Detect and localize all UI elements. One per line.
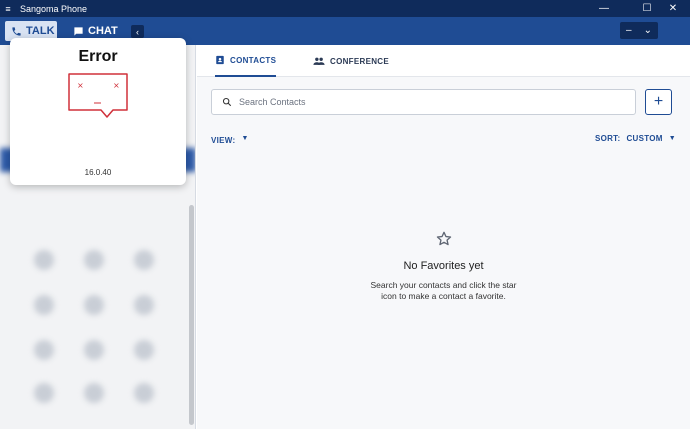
- window-titlebar: ≡ Sangoma Phone — ☐ ✕: [0, 0, 690, 17]
- dial-key[interactable]: [134, 383, 154, 403]
- error-face-icon: × ×: [68, 73, 128, 118]
- window-title: Sangoma Phone: [20, 3, 88, 14]
- search-box: [211, 89, 636, 115]
- sort-value: CUSTOM: [626, 134, 663, 143]
- status-value: –: [626, 25, 632, 36]
- tab-conference-label: CONFERENCE: [330, 56, 390, 66]
- tab-talk-label: TALK: [26, 25, 55, 37]
- caret-down-icon: ▼: [668, 135, 676, 142]
- contact-card-icon: [216, 55, 224, 65]
- chevron-down-icon: ⌄: [643, 25, 652, 36]
- dial-key[interactable]: [84, 295, 104, 315]
- minimize-button[interactable]: —: [587, 0, 621, 17]
- svg-text:×: ×: [113, 81, 120, 90]
- dial-key[interactable]: [134, 295, 154, 315]
- close-button[interactable]: ✕: [656, 0, 690, 17]
- search-icon: [222, 97, 232, 107]
- dial-key[interactable]: [84, 250, 104, 270]
- error-title: Error: [78, 48, 118, 65]
- hamburger-menu-icon[interactable]: ≡: [0, 4, 16, 14]
- tab-conference[interactable]: CONFERENCE: [313, 45, 389, 77]
- dial-key[interactable]: [34, 250, 54, 270]
- collapse-panel-button[interactable]: ‹: [131, 25, 144, 38]
- sort-selector[interactable]: SORT: CUSTOM ▼: [595, 134, 676, 143]
- empty-favorites: No Favorites yet Search your contacts an…: [197, 231, 690, 302]
- tab-chat-label: CHAT: [88, 25, 118, 37]
- chat-bubble-icon: [74, 26, 83, 36]
- dial-key[interactable]: [134, 250, 154, 270]
- sort-label: SORT:: [594, 134, 621, 143]
- contacts-tabs: CONTACTS CONFERENCE: [197, 45, 690, 77]
- star-icon: [197, 231, 690, 252]
- empty-body: Search your contacts and click the star …: [370, 280, 517, 301]
- people-icon: [313, 57, 325, 65]
- error-popup: Error × × 16.0.40: [10, 38, 186, 185]
- caret-down-icon: ▼: [241, 135, 249, 142]
- dial-key[interactable]: [34, 295, 54, 315]
- view-label: VIEW:: [211, 136, 236, 145]
- status-dropdown[interactable]: – ⌄: [620, 22, 658, 39]
- tab-contacts-label: CONTACTS: [230, 55, 277, 65]
- search-contacts-input[interactable]: [239, 97, 619, 107]
- dial-key[interactable]: [34, 383, 54, 403]
- phone-icon: [12, 26, 21, 36]
- tab-contacts[interactable]: CONTACTS: [215, 45, 277, 77]
- scrollbar[interactable]: [189, 205, 194, 425]
- empty-heading: No Favorites yet: [403, 260, 484, 272]
- dial-key[interactable]: [34, 340, 54, 360]
- contacts-pane: CONTACTS CONFERENCE + VIEW: ▼ SORT: CUST…: [197, 45, 690, 429]
- svg-text:×: ×: [77, 81, 84, 90]
- dial-key[interactable]: [134, 340, 154, 360]
- add-contact-button[interactable]: +: [645, 89, 672, 115]
- dial-key[interactable]: [84, 340, 104, 360]
- app-version: 16.0.40: [84, 168, 112, 177]
- dial-key[interactable]: [84, 383, 104, 403]
- view-selector[interactable]: VIEW: ▼: [211, 135, 249, 145]
